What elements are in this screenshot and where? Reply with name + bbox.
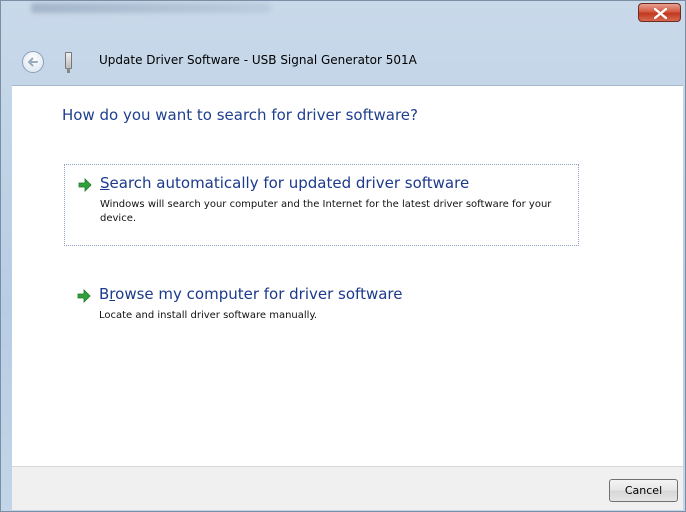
option-description: Locate and install driver software manua… xyxy=(99,310,318,321)
close-icon xyxy=(654,8,667,19)
content-panel: How do you want to search for driver sof… xyxy=(12,85,683,467)
window-title: Update Driver Software - USB Signal Gene… xyxy=(99,53,417,67)
dialog-footer: Cancel xyxy=(12,466,683,510)
close-button[interactable] xyxy=(638,3,681,22)
green-arrow-icon xyxy=(77,289,91,303)
blurred-title-bar-text xyxy=(31,3,271,13)
dialog-window: Update Driver Software - USB Signal Gene… xyxy=(0,0,686,512)
back-button[interactable] xyxy=(22,51,44,73)
option-title: Browse my computer for driver software xyxy=(99,285,403,303)
cancel-button[interactable]: Cancel xyxy=(609,479,678,502)
browse-computer-option[interactable]: Browse my computer for driver software L… xyxy=(64,276,579,336)
back-arrow-icon xyxy=(28,57,38,67)
option-description: Windows will search your computer and th… xyxy=(100,199,552,224)
search-automatically-option[interactable]: Search automatically for updated driver … xyxy=(64,164,579,246)
usb-device-icon xyxy=(65,52,72,73)
green-arrow-icon xyxy=(78,178,92,192)
option-title: Search automatically for updated driver … xyxy=(100,174,470,192)
access-key: S xyxy=(100,174,110,192)
page-heading: How do you want to search for driver sof… xyxy=(62,106,418,124)
